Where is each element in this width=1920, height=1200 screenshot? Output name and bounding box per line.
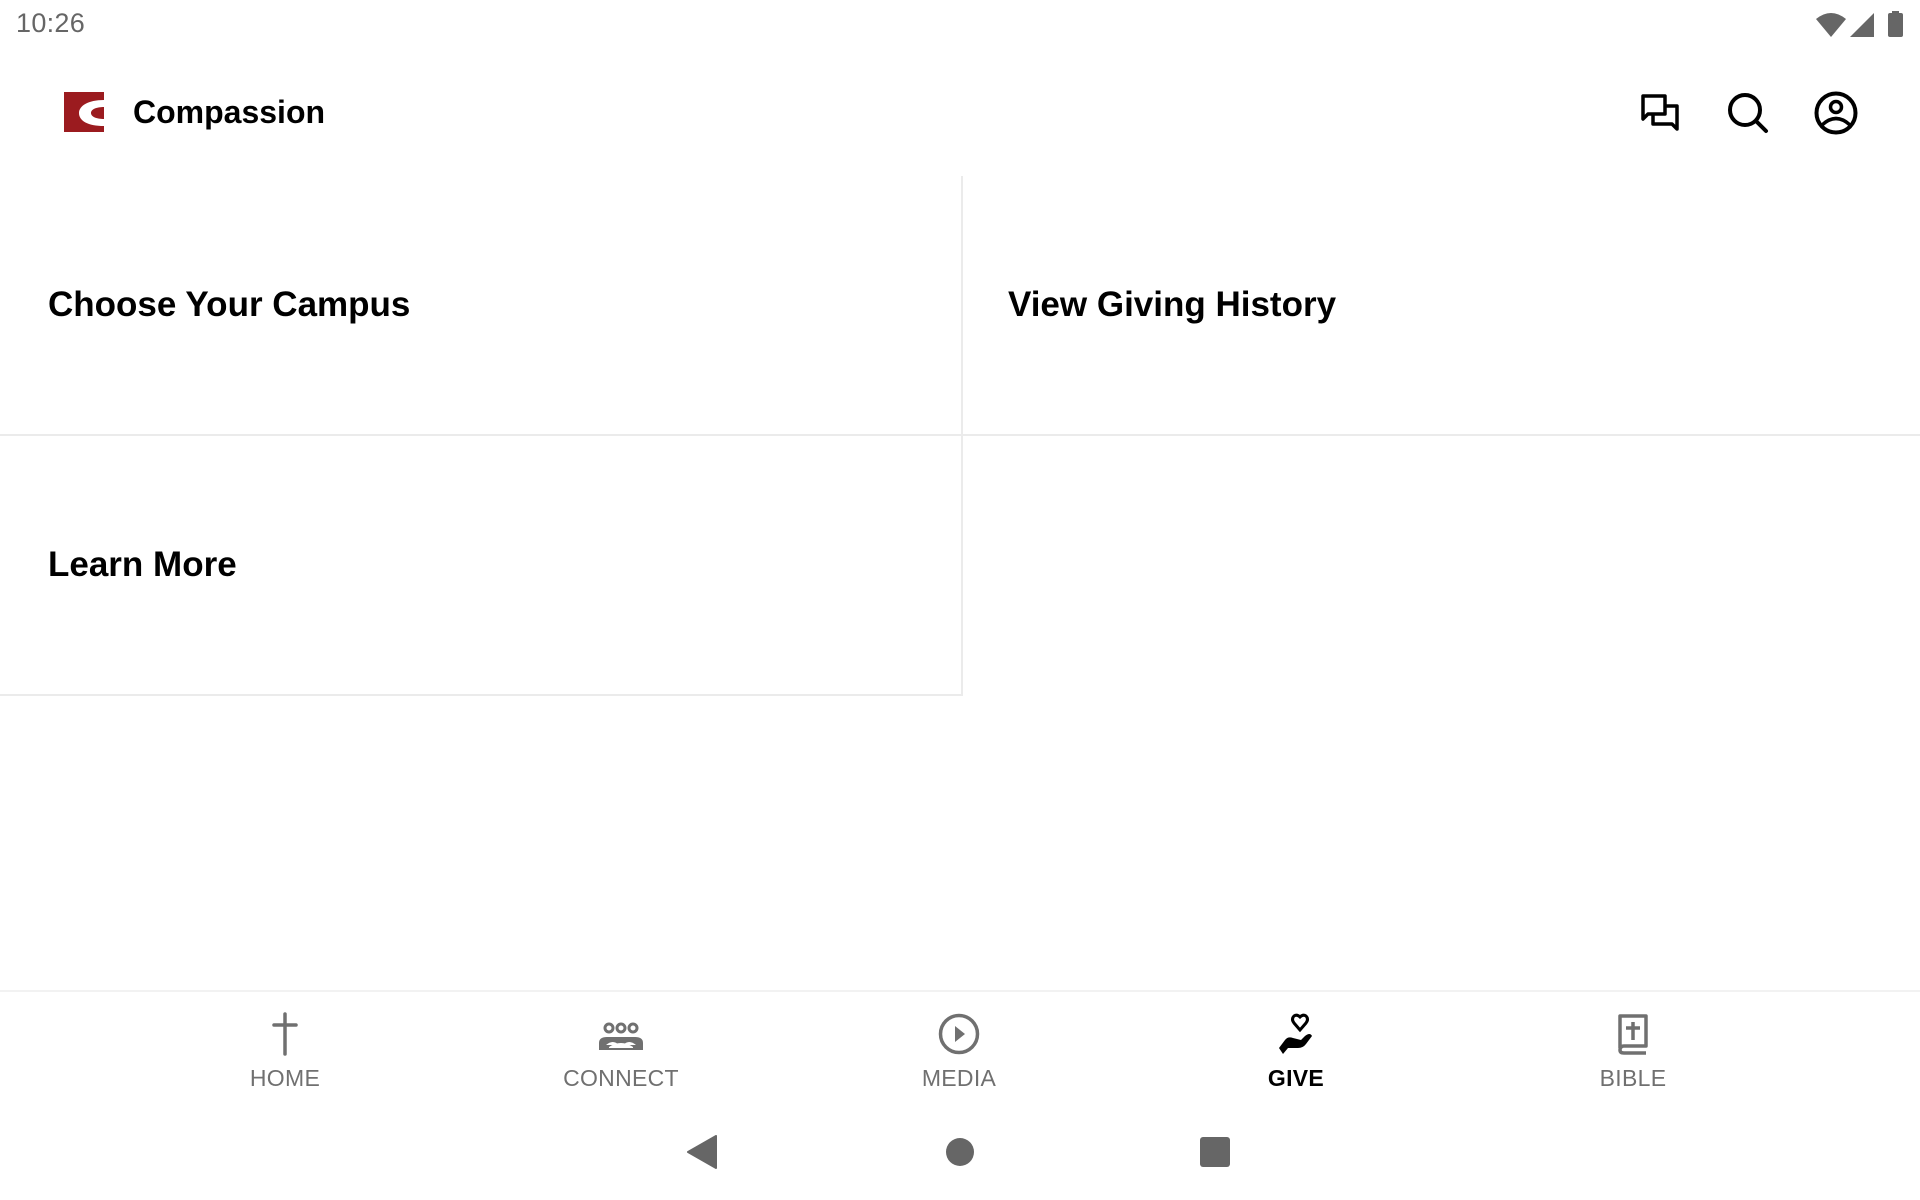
learn-more-tile[interactable]: Learn More [0, 436, 961, 694]
nav-item-home[interactable]: HOME [185, 1002, 385, 1102]
nav-label: BIBLE [1599, 1065, 1667, 1091]
bottom-navigation: HOME CONNECT MEDIA GIVE BIBLE [0, 990, 1920, 1112]
grid-divider-horizontal [0, 434, 1920, 436]
search-button[interactable] [1723, 88, 1773, 138]
grid-divider-bottom [0, 694, 963, 696]
compassion-logo [64, 92, 104, 132]
tile-label: View Giving History [1008, 285, 1337, 324]
tile-label: Learn More [48, 545, 237, 584]
play-circle-icon [938, 1013, 980, 1055]
bible-icon [1618, 1014, 1648, 1055]
nav-item-connect[interactable]: CONNECT [521, 1002, 721, 1102]
account-circle-icon [1814, 91, 1858, 135]
view-giving-history-tile[interactable]: View Giving History [963, 176, 1920, 434]
status-time: 10:26 [16, 8, 86, 38]
system-home-button[interactable] [945, 1137, 975, 1167]
hand-heart-icon [1279, 1013, 1312, 1054]
cell-signal-icon [1850, 13, 1874, 37]
wifi-icon [1816, 13, 1846, 37]
search-icon [1728, 93, 1768, 133]
app-title: Compassion [133, 94, 326, 130]
messages-button[interactable] [1635, 88, 1685, 138]
nav-item-bible[interactable]: BIBLE [1533, 1002, 1733, 1102]
nav-item-media[interactable]: MEDIA [859, 1002, 1059, 1102]
nav-label: CONNECT [563, 1065, 679, 1091]
system-back-button[interactable] [686, 1135, 718, 1169]
chat-bubbles-icon [1641, 94, 1679, 131]
cross-icon [272, 1012, 298, 1056]
nav-item-give[interactable]: GIVE [1196, 1002, 1396, 1102]
account-button[interactable] [1811, 88, 1861, 138]
tile-label: Choose Your Campus [48, 285, 411, 324]
nav-label: HOME [249, 1065, 321, 1091]
group-icon [599, 1022, 643, 1050]
system-recents-button[interactable] [1199, 1136, 1231, 1168]
battery-icon [1888, 11, 1903, 37]
nav-label: GIVE [1267, 1065, 1325, 1091]
grid-divider-vertical [961, 176, 963, 696]
nav-label: MEDIA [921, 1065, 997, 1091]
choose-campus-tile[interactable]: Choose Your Campus [0, 176, 961, 434]
